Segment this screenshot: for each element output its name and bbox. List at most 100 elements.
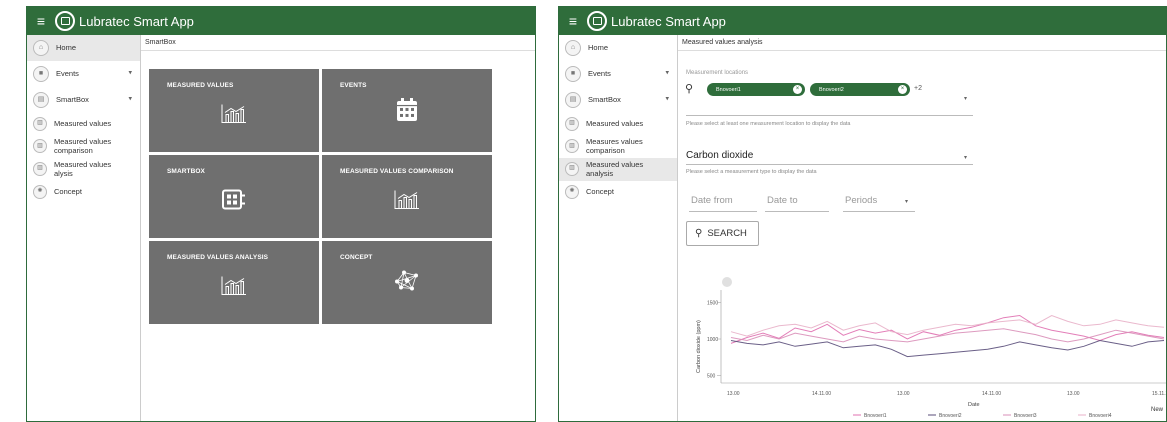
settings-icon xyxy=(722,277,732,287)
chip-label: Bnovoeri1 xyxy=(716,86,741,93)
tile-title: SMARTBOX xyxy=(167,168,205,175)
chart-icon: ▥ xyxy=(33,117,47,131)
location-chip[interactable]: Bnovoeri1 × xyxy=(707,83,805,96)
sidebar-item-label: Measured values analysis xyxy=(586,159,644,179)
chart-svg: 1500 1000 500 13.00 14.11.00 13.00 14.11.00 13.… xyxy=(696,277,1167,419)
events-icon: ■ xyxy=(33,66,49,82)
sidebar-item-smartbox[interactable]: ▤ SmartBox ▾ xyxy=(559,87,677,113)
sidebar-item-concept[interactable]: ✺ Concept xyxy=(27,181,140,203)
chart-icon: ▥ xyxy=(33,162,47,177)
tile-measured-values-comparison[interactable]: MEASURED VALUES COMPARISON xyxy=(322,155,492,238)
sidebar-item-measured-values-comparison[interactable]: ▥ Measured values comparison xyxy=(27,135,140,158)
date-to-underline xyxy=(765,211,829,212)
legend-label: Bnovoeri3 xyxy=(1014,413,1037,419)
type-underline xyxy=(686,164,973,165)
chevron-down-icon[interactable]: ▾ xyxy=(665,70,669,79)
sidebar-item-label: Measured values xyxy=(54,119,112,129)
app-logo xyxy=(587,11,607,31)
sidebar-item-measured-values-alysis[interactable]: ▥ Measured values alysis xyxy=(27,158,140,181)
search-icon: ⚲ xyxy=(695,228,703,239)
menu-icon[interactable]: ≡ xyxy=(27,13,55,29)
legend-label: Bnovoeri1 xyxy=(864,413,887,419)
app-title: Lubratec Smart App xyxy=(611,13,726,29)
remove-chip-icon[interactable]: × xyxy=(793,85,802,94)
app-window-analysis: ≡ Lubratec Smart App ⌂ Home ■ Events ▾ ▤ Smart… xyxy=(558,6,1167,422)
sidebar-item-measured-values[interactable]: ▥ Measured values xyxy=(559,113,677,135)
chevron-down-icon[interactable]: ▾ xyxy=(665,96,669,105)
x-tick-label: 14.11.00 xyxy=(812,391,831,397)
chip-label: Bnovoeri2 xyxy=(819,86,844,93)
bar-chart-icon xyxy=(221,103,247,128)
y-tick-label: 500 xyxy=(707,374,716,380)
tile-title: CONCEPT xyxy=(340,254,373,261)
tile-measured-values[interactable]: MEASURED VALUES xyxy=(149,69,319,152)
sidebar-item-smartbox[interactable]: ▤ SmartBox ▾ xyxy=(27,87,140,113)
x-tick-label: 14.11.00 xyxy=(982,391,1001,397)
home-icon: ⌂ xyxy=(565,40,581,56)
chevron-down-icon[interactable]: ▾ xyxy=(128,96,132,105)
tile-grid: MEASURED VALUES EVENTS SMARTBOX MEASURED… xyxy=(149,69,493,324)
remove-chip-icon[interactable]: × xyxy=(898,85,907,94)
app-title: Lubratec Smart App xyxy=(79,13,194,29)
date-from-input[interactable]: Date from xyxy=(691,195,733,206)
location-chip[interactable]: Bnovoeri2 × xyxy=(810,83,910,96)
breadcrumb: Measured values analysis xyxy=(678,35,1166,51)
tile-title: MEASURED VALUES COMPARISON xyxy=(340,168,454,175)
tile-events[interactable]: EVENTS xyxy=(322,69,492,152)
chevron-down-icon[interactable]: ▾ xyxy=(964,154,967,161)
x-tick-label: 13.00 xyxy=(727,391,740,397)
sidebar-item-label: SmartBox xyxy=(588,95,621,105)
legend-label: Bnovoeri4 xyxy=(1089,413,1112,419)
smartbox-device-icon xyxy=(222,189,246,214)
smartbox-icon: ▤ xyxy=(565,92,581,108)
tile-smartbox[interactable]: SMARTBOX xyxy=(149,155,319,238)
chevron-down-icon[interactable]: ▾ xyxy=(128,70,132,79)
sidebar-item-measured-values-analysis[interactable]: ▥ Measured values analysis xyxy=(559,157,677,181)
chart-icon: ▥ xyxy=(565,139,579,154)
search-icon: ⚲ xyxy=(685,83,694,95)
events-icon: ■ xyxy=(565,66,581,82)
tile-measured-values-analysis[interactable]: MEASURED VALUES ANALYSIS xyxy=(149,241,319,324)
sidebar-item-home[interactable]: ⌂ Home xyxy=(559,35,677,61)
series-line-2 xyxy=(730,339,1165,358)
concept-icon: ✺ xyxy=(33,184,47,199)
sidebar-item-measures-values-comparison[interactable]: ▥ Measures values comparison xyxy=(559,135,677,158)
tile-concept[interactable]: CONCEPT xyxy=(322,241,492,324)
date-from-underline xyxy=(689,211,757,212)
sidebar-item-home[interactable]: ⌂ Home xyxy=(27,35,140,61)
concept-icon: ✺ xyxy=(565,184,579,199)
locations-underline xyxy=(686,115,973,116)
more-locations-count[interactable]: +2 xyxy=(914,85,922,92)
sidebar-item-label: Measured values alysis xyxy=(54,159,112,179)
network-icon xyxy=(394,269,420,296)
sidebar-item-measured-values[interactable]: ▥ Measured values xyxy=(27,113,140,135)
periods-select[interactable]: Periods xyxy=(845,195,877,206)
search-button[interactable]: ⚲ SEARCH xyxy=(686,221,759,246)
sidebar-item-label: SmartBox xyxy=(56,95,89,105)
x-axis-label: Date xyxy=(968,402,980,408)
sidebar-item-label: Concept xyxy=(54,186,82,196)
sidebar: ⌂ Home ■ Events ▾ ▤ SmartBox ▾ ▥ Measured values ▥… xyxy=(27,35,141,421)
measurement-type-select[interactable]: Carbon dioxide xyxy=(686,150,753,161)
sidebar-item-label: Concept xyxy=(586,186,614,196)
sidebar-item-events[interactable]: ■ Events ▾ xyxy=(559,61,677,87)
bar-chart-icon xyxy=(394,189,420,214)
tile-title: MEASURED VALUES ANALYSIS xyxy=(167,254,269,261)
x-tick-label: 13.00 xyxy=(897,391,910,397)
sidebar-item-concept[interactable]: ✺ Concept xyxy=(559,181,677,203)
y-axis-label: Carbon dioxide (ppm) xyxy=(696,320,702,373)
legend-label: Bnovoeri2 xyxy=(939,413,962,419)
app-bar: ≡ Lubratec Smart App xyxy=(559,7,1166,35)
sidebar-item-label: Measured values xyxy=(586,119,644,129)
sidebar-item-events[interactable]: ■ Events ▾ xyxy=(27,61,140,87)
sidebar-item-label: Measures values comparison xyxy=(586,137,643,156)
sidebar-item-label: Measured values comparison xyxy=(54,137,112,156)
menu-icon[interactable]: ≡ xyxy=(559,13,587,29)
x-tick-label: 15.11.20 xyxy=(1152,391,1167,397)
chevron-down-icon[interactable]: ▾ xyxy=(905,198,908,205)
chevron-down-icon[interactable]: ▾ xyxy=(964,95,967,102)
date-to-input[interactable]: Date to xyxy=(767,195,798,206)
chart-icon: ▥ xyxy=(33,139,47,154)
tile-title: EVENTS xyxy=(340,82,367,89)
new-label: New xyxy=(1150,407,1163,413)
